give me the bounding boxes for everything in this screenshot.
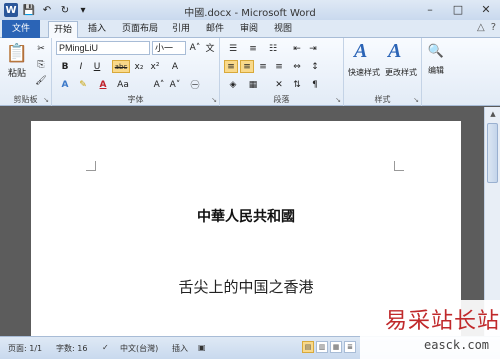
format-painter-icon[interactable]: 🖌 — [34, 74, 48, 87]
title-bar: W 💾 ↶ ↻ ▾ 中國.docx - Microsoft Word – □ ✕ — [0, 0, 500, 20]
tab-insert[interactable]: 插入 — [84, 21, 110, 38]
change-styles-button[interactable]: 更改样式 — [382, 66, 420, 78]
help-icon[interactable]: ? — [491, 22, 496, 33]
document-text-line: 舌尖上的中国之香港 — [178, 278, 314, 296]
italic-button[interactable]: I — [74, 60, 88, 73]
font-name-box[interactable]: PMingLiU — [56, 41, 150, 55]
language-indicator[interactable]: 中文(台灣) — [120, 343, 158, 354]
font-color-button[interactable]: A — [96, 78, 110, 91]
scroll-up-icon[interactable]: ▲ — [485, 107, 500, 121]
tab-review[interactable]: 审阅 — [236, 21, 262, 38]
show-marks-icon[interactable]: ¶ — [308, 78, 322, 91]
text-effects-button[interactable]: A — [58, 78, 72, 91]
page-count[interactable]: 页面: 1/1 — [8, 343, 42, 354]
print-layout-icon[interactable]: ▤ — [302, 341, 314, 353]
underline-button[interactable]: U — [90, 60, 104, 73]
quick-styles-button[interactable]: 快速样式 — [346, 66, 382, 78]
line-spacing-icon[interactable]: ↕ — [308, 60, 322, 73]
font-launcher-icon[interactable]: ↘ — [211, 96, 217, 104]
copy-icon[interactable]: ⎘ — [34, 58, 48, 71]
justify-icon[interactable]: ≡ — [272, 60, 286, 73]
align-center-icon[interactable]: ≡ — [240, 60, 254, 73]
editing-group: 🔍 编辑 — [422, 38, 450, 106]
tab-page-layout[interactable]: 页面布局 — [118, 21, 162, 38]
superscript-button[interactable]: x² — [148, 60, 162, 73]
font-group: PMingLiU 小一 A˄ 文 B I U abc x₂ x² A A ✎ A… — [52, 38, 220, 106]
highlight-icon[interactable]: ✎ — [76, 78, 90, 91]
change-styles-icon[interactable]: A — [388, 40, 401, 63]
tab-references[interactable]: 引用 — [168, 21, 194, 38]
chinese-layout-icon[interactable]: ✕ — [272, 78, 286, 91]
macro-icon[interactable]: ▣ — [198, 343, 206, 352]
paragraph-group: ☰ ≡ ☷ ⇤ ⇥ ≡ ≡ ≡ ≡ ⇔ ↕ ◈ ▦ ✕ ⇅ ¶ 段落 ↘ — [220, 38, 344, 106]
cut-icon[interactable]: ✂ — [34, 42, 48, 55]
quick-styles-icon[interactable]: A — [354, 40, 367, 63]
bold-button[interactable]: B — [58, 60, 72, 73]
watermark: 易采站长站 easck.com — [360, 300, 500, 359]
shading-icon[interactable]: ◈ — [226, 78, 240, 91]
font-size-box[interactable]: 小一 — [152, 41, 186, 55]
outline-icon[interactable]: ≣ — [344, 341, 356, 353]
styles-launcher-icon[interactable]: ↘ — [413, 96, 419, 104]
ribbon-tabs: 文件 开始 插入 页面布局 引用 邮件 审阅 视图 △ ? — [0, 20, 500, 39]
paragraph-label: 段落 — [273, 95, 290, 104]
subscript-button[interactable]: x₂ — [132, 60, 146, 73]
sort-icon[interactable]: ⇅ — [290, 78, 304, 91]
wen-button[interactable]: 文 — [203, 41, 217, 54]
view-buttons: ▤ ▥ ▦ ≣ — [302, 341, 356, 353]
distributed-icon[interactable]: ⇔ — [290, 60, 304, 73]
clear-format-button[interactable]: A — [168, 60, 182, 73]
borders-icon[interactable]: ▦ — [246, 78, 260, 91]
clipboard-launcher-icon[interactable]: ↘ — [43, 96, 49, 104]
enclose-char-icon[interactable]: ㊀ — [188, 78, 202, 91]
grow-font-button[interactable]: A˄ — [188, 41, 202, 54]
change-case-button[interactable]: Aa — [116, 78, 130, 91]
word-count[interactable]: 字数: 16 — [56, 343, 87, 354]
tab-mailings[interactable]: 邮件 — [202, 21, 228, 38]
tab-view[interactable]: 视图 — [270, 21, 296, 38]
maximize-button[interactable]: □ — [444, 0, 472, 18]
tab-home[interactable]: 开始 — [48, 21, 78, 39]
increase-indent-icon[interactable]: ⇥ — [306, 42, 320, 55]
watermark-logo: 易采站长站 — [385, 309, 500, 334]
clipboard-group: 📋 粘贴 ✂ ⎘ 🖌 剪贴板 ↘ — [0, 38, 52, 106]
paste-icon[interactable]: 📋 — [6, 42, 28, 64]
document-heading: 中華人民共和國 — [197, 209, 295, 225]
editing-button[interactable]: 编辑 — [424, 64, 448, 76]
proofing-icon[interactable]: ✓ — [102, 343, 109, 352]
find-icon[interactable]: 🔍 — [426, 42, 446, 60]
insert-mode[interactable]: 插入 — [172, 343, 188, 354]
styles-label: 样式 — [374, 95, 391, 104]
full-screen-reading-icon[interactable]: ▥ — [316, 341, 328, 353]
numbering-icon[interactable]: ≡ — [246, 42, 260, 55]
shrink-font-button[interactable]: A˅ — [168, 78, 182, 91]
bullets-icon[interactable]: ☰ — [226, 42, 240, 55]
paragraph-launcher-icon[interactable]: ↘ — [335, 96, 341, 104]
scroll-thumb[interactable] — [487, 123, 498, 183]
minimize-button[interactable]: – — [416, 0, 444, 18]
crop-mark-top-left — [86, 161, 96, 171]
strikethrough-button[interactable]: abc — [112, 60, 130, 73]
multilevel-list-icon[interactable]: ☷ — [266, 42, 280, 55]
minimize-ribbon-icon[interactable]: △ — [477, 22, 485, 33]
paste-button[interactable]: 粘贴 — [4, 66, 30, 79]
crop-mark-top-right — [394, 161, 404, 171]
tab-file[interactable]: 文件 — [2, 20, 40, 38]
font-label: 字体 — [127, 95, 144, 104]
web-layout-icon[interactable]: ▦ — [330, 341, 342, 353]
close-button[interactable]: ✕ — [472, 0, 500, 18]
styles-group: A A 快速样式 更改样式 样式 ↘ — [344, 38, 422, 106]
align-right-icon[interactable]: ≡ — [256, 60, 270, 73]
align-left-icon[interactable]: ≡ — [224, 60, 238, 73]
ribbon: 📋 粘贴 ✂ ⎘ 🖌 剪贴板 ↘ PMingLiU 小一 A˄ 文 B I U … — [0, 38, 500, 106]
grow-font-2-button[interactable]: A˄ — [152, 78, 166, 91]
watermark-url: easck.com — [424, 338, 490, 352]
decrease-indent-icon[interactable]: ⇤ — [290, 42, 304, 55]
